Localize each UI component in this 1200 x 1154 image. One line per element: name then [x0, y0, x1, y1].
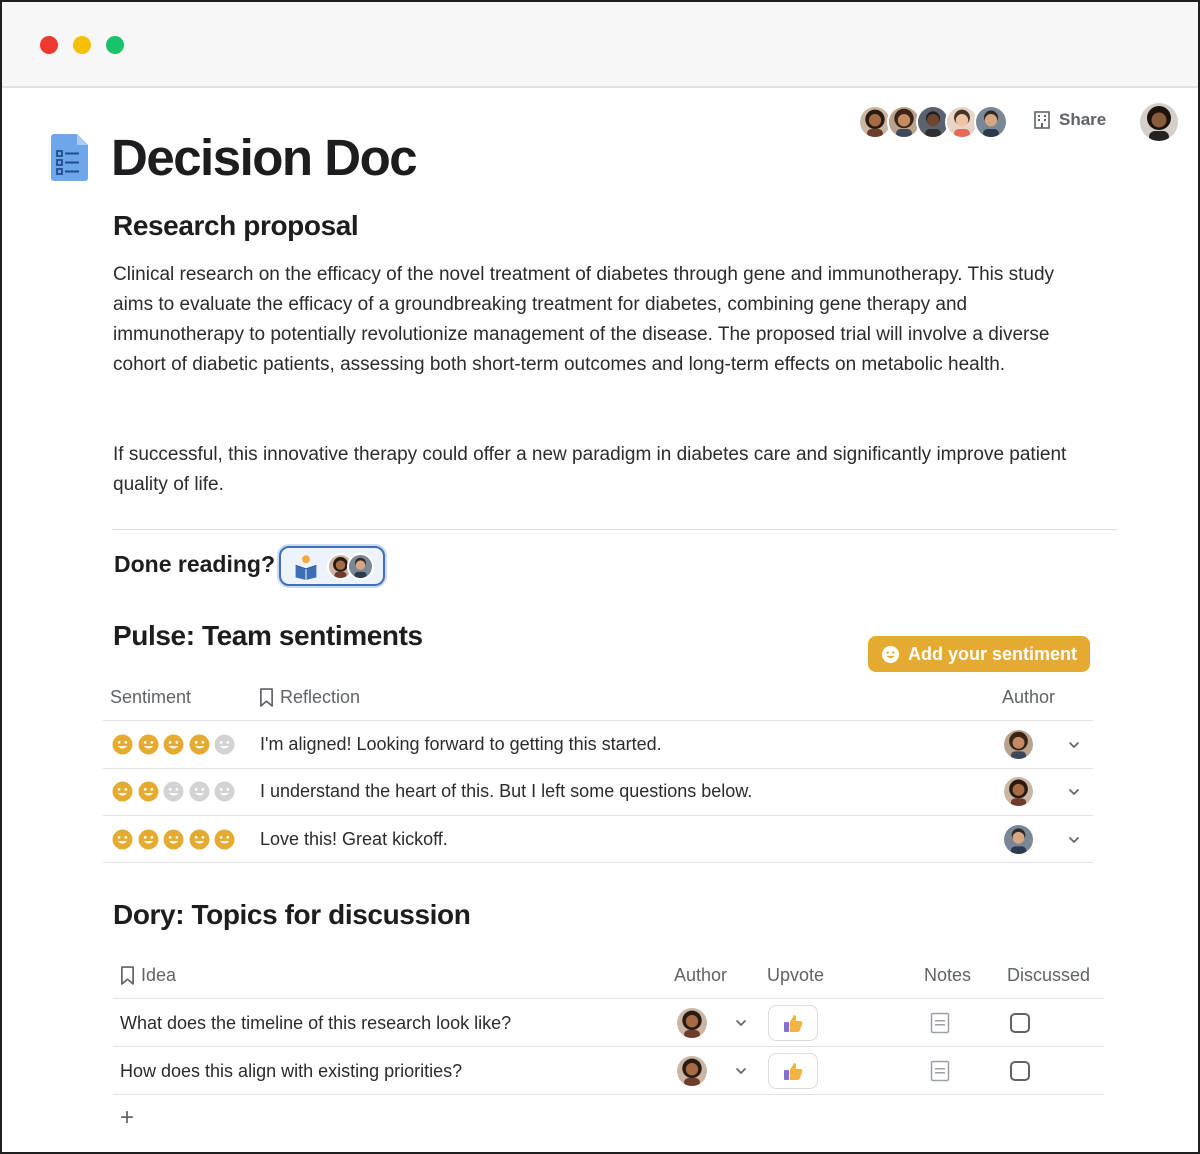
column-header-author[interactable]: Author — [674, 965, 727, 986]
smiley-icon[interactable] — [138, 734, 159, 755]
smiley-icon[interactable] — [138, 781, 159, 802]
sentiment-rating[interactable] — [112, 829, 235, 850]
discussed-checkbox[interactable] — [1010, 1061, 1030, 1081]
app-window: Share Decision Doc Research proposal Cli… — [0, 0, 1200, 1154]
close-window-button[interactable] — [40, 36, 58, 54]
reflection-text: I understand the heart of this. But I le… — [260, 781, 753, 801]
smiley-icon[interactable] — [112, 734, 133, 755]
table-row-divider — [103, 815, 1093, 816]
research-paragraph: Clinical research on the efficacy of the… — [113, 264, 1055, 375]
minimize-window-button[interactable] — [73, 36, 91, 54]
research-paragraph: If successful, this innovative therapy c… — [113, 444, 1067, 495]
column-header-sentiment[interactable]: Sentiment — [110, 687, 191, 708]
notes-icon[interactable] — [930, 1012, 950, 1034]
sentiment-rating[interactable] — [112, 781, 235, 802]
section-divider — [113, 529, 1117, 530]
smiley-inactive-icon[interactable] — [163, 781, 184, 802]
maximize-window-button[interactable] — [106, 36, 124, 54]
add-sentiment-label: Add your sentiment — [907, 643, 1077, 664]
column-header-discussed[interactable]: Discussed — [1007, 965, 1090, 986]
smiley-inactive-icon[interactable] — [189, 781, 210, 802]
thumbs-up-icon — [784, 1063, 803, 1080]
bookmark-icon — [121, 966, 134, 985]
table-row-divider — [113, 998, 1104, 999]
author-avatar[interactable] — [1002, 775, 1035, 808]
done-reading-label: Done reading? — [114, 551, 276, 577]
column-header-notes[interactable]: Notes — [924, 965, 971, 986]
dory-heading: Dory: Topics for discussion — [113, 899, 471, 930]
table-row-divider — [103, 768, 1093, 769]
discussed-checkbox[interactable] — [1010, 1013, 1030, 1033]
document-list-icon — [51, 134, 88, 181]
building-icon — [1034, 111, 1050, 129]
bookmark-icon — [260, 688, 273, 707]
author-avatar[interactable] — [675, 1006, 709, 1040]
smiley-icon[interactable] — [112, 781, 133, 802]
column-header-idea[interactable]: Idea — [120, 965, 176, 986]
author-avatar[interactable] — [675, 1054, 709, 1088]
reading-person-icon — [295, 555, 317, 580]
share-label: Share — [1059, 110, 1107, 129]
sentiment-rating[interactable] — [112, 734, 235, 755]
reflection-text: I'm aligned! Looking forward to getting … — [260, 734, 662, 754]
idea-header-label: Idea — [141, 965, 177, 985]
add-sentiment-button[interactable]: Add your sentiment — [868, 636, 1090, 672]
smiley-icon[interactable] — [163, 829, 184, 850]
column-header-author[interactable]: Author — [1002, 687, 1055, 708]
author-avatar[interactable] — [1002, 728, 1035, 761]
smiley-icon[interactable] — [138, 829, 159, 850]
table-row-divider — [103, 720, 1093, 721]
idea-text[interactable]: How does this align with existing priori… — [120, 1061, 462, 1082]
share-button[interactable]: Share — [1032, 110, 1106, 130]
smiley-icon[interactable] — [163, 734, 184, 755]
smiley-inactive-icon[interactable] — [214, 781, 235, 802]
upvote-button[interactable] — [768, 1005, 818, 1041]
smiley-icon[interactable] — [189, 829, 210, 850]
smiley-icon[interactable] — [214, 829, 235, 850]
chevron-down-icon[interactable] — [1067, 833, 1081, 847]
research-heading: Research proposal — [113, 210, 359, 241]
add-row-button[interactable]: + — [120, 1106, 134, 1130]
chevron-down-icon[interactable] — [734, 1064, 748, 1078]
notes-icon[interactable] — [930, 1060, 950, 1082]
thumbs-up-icon — [784, 1015, 803, 1032]
smiley-icon[interactable] — [189, 734, 210, 755]
reader-avatar — [347, 553, 374, 580]
idea-text[interactable]: What does the timeline of this research … — [120, 1013, 511, 1034]
chevron-down-icon[interactable] — [1067, 785, 1081, 799]
table-row-divider — [103, 862, 1093, 863]
upvote-button[interactable] — [768, 1053, 818, 1089]
table-row-divider — [113, 1046, 1104, 1047]
table-row-divider — [113, 1094, 1104, 1095]
chevron-down-icon[interactable] — [734, 1016, 748, 1030]
reflection-header-label: Reflection — [280, 687, 361, 707]
smiley-icon[interactable] — [112, 829, 133, 850]
chevron-down-icon[interactable] — [1067, 738, 1081, 752]
column-header-upvote[interactable]: Upvote — [767, 965, 824, 986]
reflection-text: Love this! Great kickoff. — [260, 829, 448, 849]
collaborator-avatar[interactable] — [974, 105, 1008, 139]
current-user-avatar[interactable] — [1140, 103, 1178, 141]
pulse-heading: Pulse: Team sentiments — [113, 620, 423, 651]
smiley-icon — [881, 645, 900, 663]
window-titlebar — [2, 2, 1198, 88]
done-reading-chip[interactable] — [279, 546, 385, 586]
column-header-reflection[interactable]: Reflection — [259, 687, 360, 708]
page-title: Decision Doc — [111, 129, 418, 186]
smiley-inactive-icon[interactable] — [214, 734, 235, 755]
author-avatar[interactable] — [1002, 823, 1035, 856]
